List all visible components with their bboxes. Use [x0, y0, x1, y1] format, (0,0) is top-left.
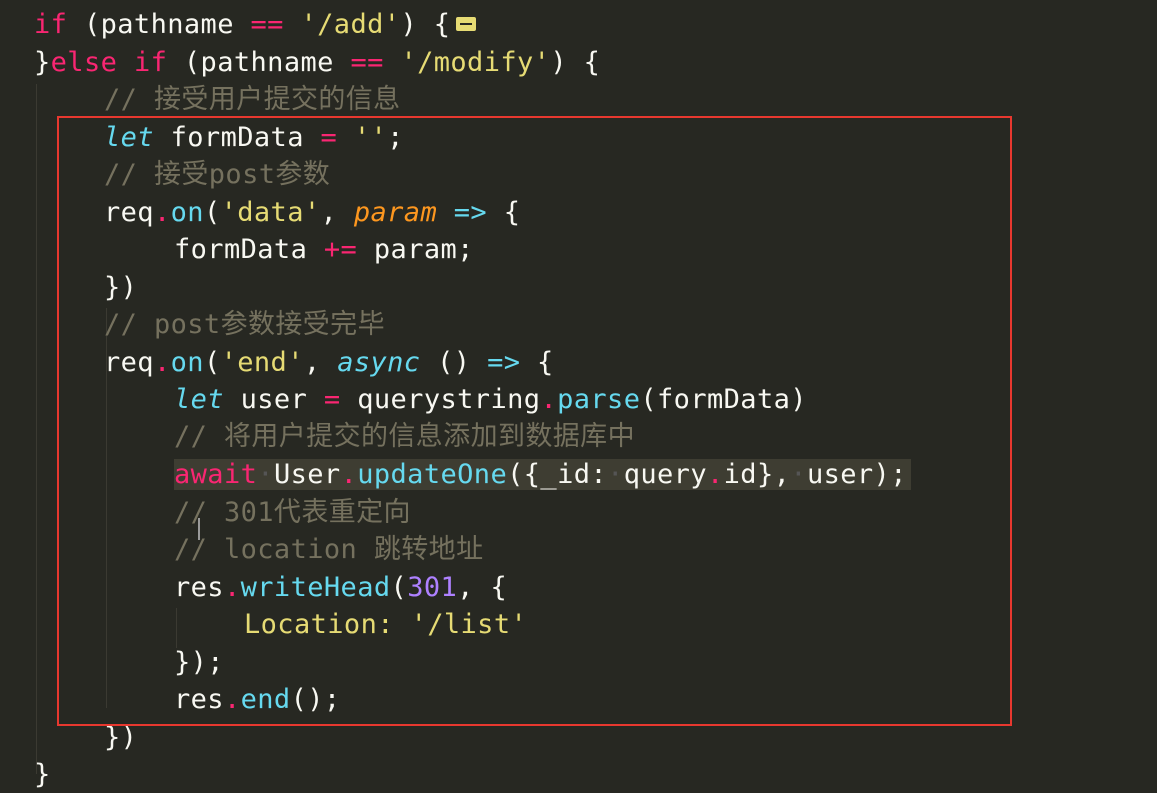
code-line-1[interactable]: if (pathname == '/add') {	[34, 6, 477, 43]
fold-ellipsis-icon[interactable]	[456, 16, 477, 31]
indent-guide	[36, 84, 37, 774]
code-line-2[interactable]: }else if (pathname == '/modify') {	[34, 44, 600, 81]
code-line-21[interactable]: }	[34, 756, 51, 793]
code-editor[interactable]: if (pathname == '/add') { }else if (path…	[0, 0, 1157, 790]
text-cursor	[198, 518, 200, 540]
code-line-3[interactable]: // 接受用户提交的信息	[104, 81, 401, 118]
highlight-box	[57, 116, 1012, 726]
